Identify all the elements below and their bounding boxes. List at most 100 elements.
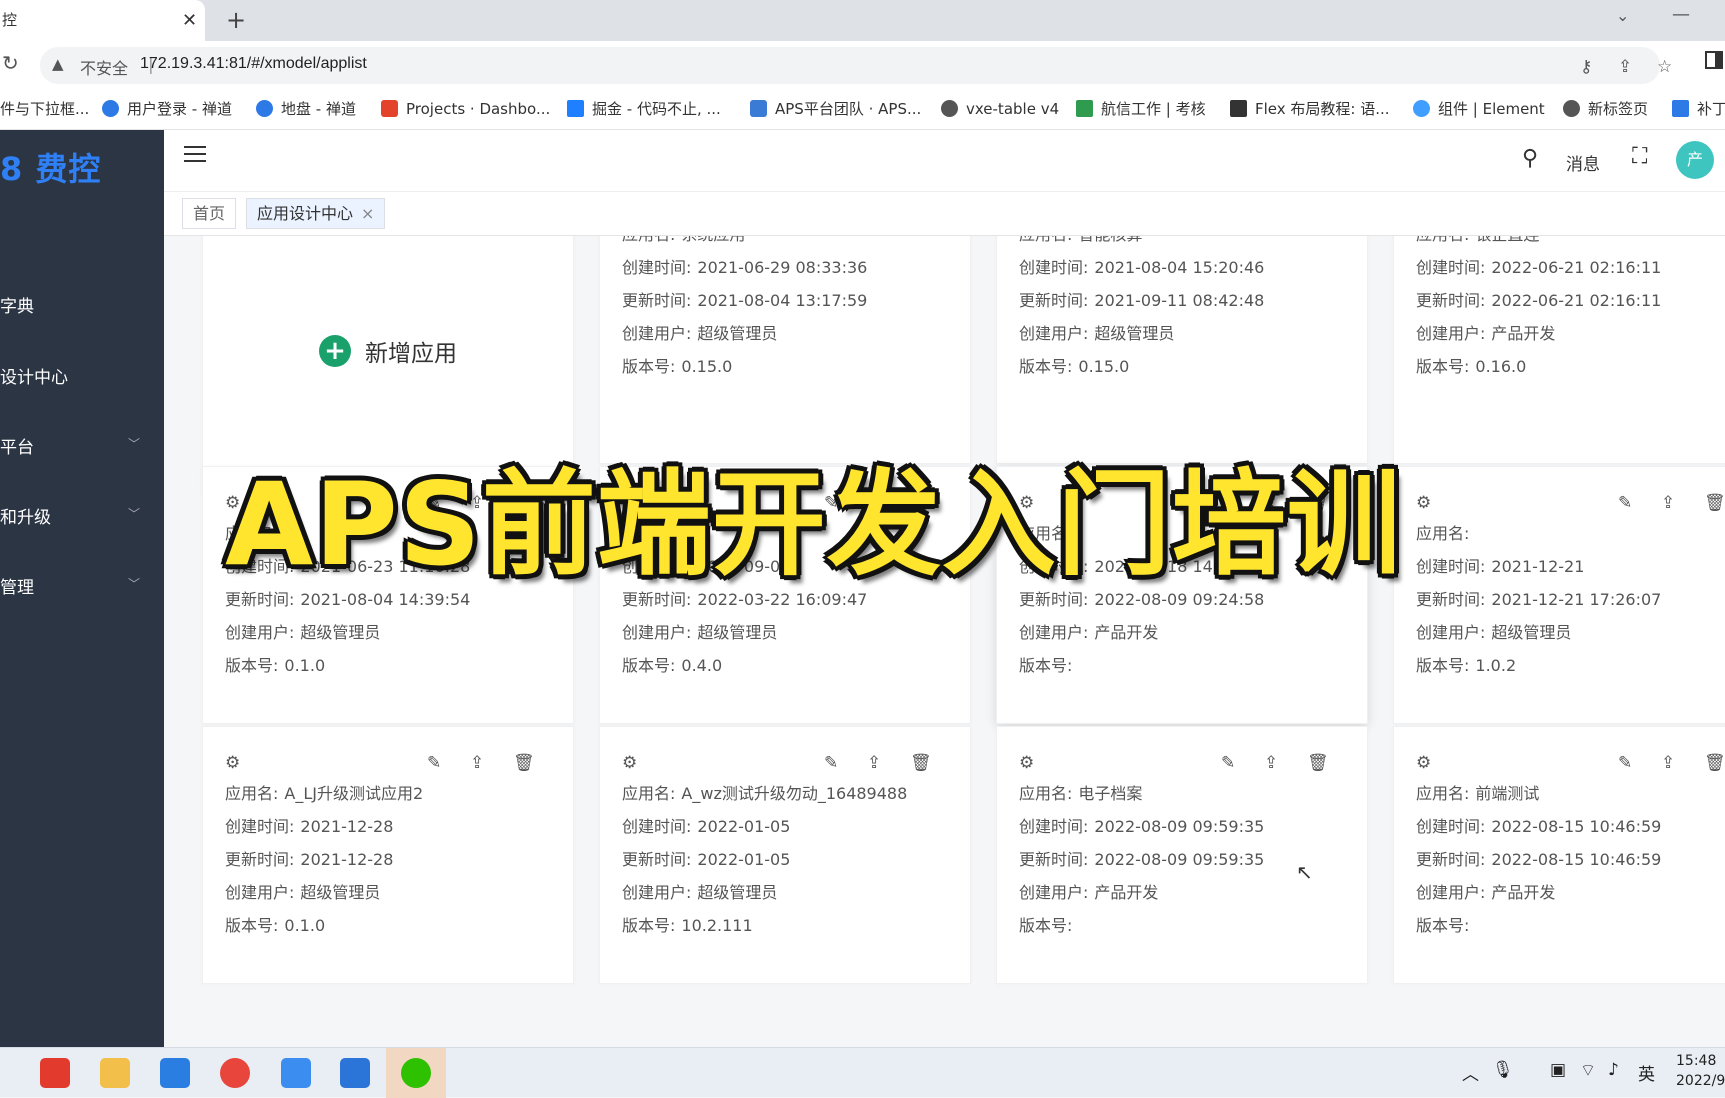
close-icon[interactable]: × xyxy=(361,204,374,223)
delete-icon[interactable]: 🗑 xyxy=(1704,493,1725,513)
edit-icon[interactable]: ✎ xyxy=(1221,753,1235,773)
wifi-icon[interactable]: ⌔ xyxy=(1580,1060,1596,1081)
bookmark-item[interactable]: 地盘 - 禅道 xyxy=(256,90,356,128)
messages-link[interactable]: 消息 xyxy=(1566,150,1600,175)
edit-icon[interactable]: ✎ xyxy=(824,753,838,773)
edit-icon[interactable]: ✎ xyxy=(1618,493,1632,513)
app-card[interactable]: ⚙ ✎ ⇪ 🗑 应用名: A_wz测试升级勿动_16489488 创建时间: 2022-01-… xyxy=(599,726,971,984)
field-value: 超级管理员 xyxy=(300,883,381,902)
reload-icon[interactable]: ↻ xyxy=(2,51,19,75)
delete-icon[interactable]: 🗑 xyxy=(513,753,535,773)
settings-icon[interactable]: ⚙ xyxy=(1416,753,1431,773)
field-label: 创建用户: xyxy=(622,883,692,902)
fullscreen-icon[interactable]: ⛶ xyxy=(1632,144,1647,169)
sidebar-item-dictionary[interactable]: 字典 xyxy=(0,292,140,317)
field-label: 更新时间: xyxy=(1416,291,1486,310)
bookmark-item[interactable]: 组件 | Element xyxy=(1413,90,1545,128)
tag-home[interactable]: 首页 xyxy=(182,198,237,229)
field-label: 版本号: xyxy=(1416,357,1470,376)
settings-icon[interactable]: ⚙ xyxy=(1416,493,1431,513)
app-card[interactable]: ⚙ ✎ ⇪ 🗑 应用名: 前端测试 创建时间: 2022-08-15 10:46:59 更新时间… xyxy=(1393,726,1725,984)
export-icon[interactable]: ⇪ xyxy=(867,753,881,773)
key-icon[interactable]: ⚷ xyxy=(1580,57,1592,77)
bookmark-item[interactable]: Flex 布局教程: 语... xyxy=(1230,90,1390,128)
sidebar-item-design-center[interactable]: 设计中心 xyxy=(0,363,140,388)
avatar[interactable]: 产 xyxy=(1676,141,1714,179)
app-icon[interactable] xyxy=(40,1058,70,1088)
bookmark-item[interactable]: 掘金 - 代码不止, ... xyxy=(567,90,721,128)
field-label: 应用名: xyxy=(1416,524,1470,543)
field-value: 电子档案 xyxy=(1078,784,1143,803)
card-actions: ⚙ ✎ ⇪ 🗑 xyxy=(225,753,551,775)
app-card[interactable]: ⚙✎⇪🗑应用名:系统应用创建时间:2021-06-29 08:33:36更新时间… xyxy=(599,236,971,464)
input-language[interactable]: 英 xyxy=(1638,1060,1655,1085)
bookmark-item[interactable]: 用户登录 - 禅道 xyxy=(102,90,232,128)
card-field-version: 版本号: 0.16.0 xyxy=(1416,353,1526,377)
bookmark-item[interactable]: Projects · Dashbo... xyxy=(381,90,550,128)
edit-icon[interactable]: ✎ xyxy=(427,753,441,773)
export-icon[interactable]: ⇪ xyxy=(1661,493,1675,513)
bookmark-item[interactable]: 补丁 xyxy=(1672,90,1725,128)
field-value: 产品开发 xyxy=(1094,883,1159,902)
folder-icon[interactable] xyxy=(100,1058,130,1088)
export-icon[interactable]: ⇪ xyxy=(1661,753,1675,773)
sidebar-item-management[interactable]: 管理 ﹀ xyxy=(0,573,140,598)
export-icon[interactable]: ⇪ xyxy=(470,753,484,773)
system-clock[interactable]: 15:48 2022/9 xyxy=(1676,1051,1725,1091)
card-field-user: 创建用户: 超级管理员 xyxy=(1019,320,1174,344)
share-icon[interactable]: ⇪ xyxy=(1618,57,1632,77)
close-icon[interactable]: ✕ xyxy=(182,0,197,41)
wechat-icon[interactable] xyxy=(386,1048,446,1098)
field-label: 创建时间: xyxy=(1416,557,1486,576)
bookmarks-bar: 件与下拉框... 用户登录 - 禅道 地盘 - 禅道 Projects · Da… xyxy=(0,90,1725,130)
app-card[interactable]: ⚙ ✎ ⇪ 🗑 应用名: 创建时间: 2021-12-21 更新时间: 2021-12-21 1… xyxy=(1393,466,1725,724)
tag-app-design-center[interactable]: 应用设计中心 × xyxy=(246,198,386,229)
delete-icon[interactable]: 🗑 xyxy=(910,753,932,773)
delete-icon[interactable]: 🗑 xyxy=(1704,753,1725,773)
card-field-created: 创建时间: 2021-08-04 15:20:46 xyxy=(1019,254,1264,278)
menu-toggle-icon[interactable] xyxy=(184,146,206,164)
app-card[interactable]: ⚙✎⇪🗑应用名:智能核算创建时间:2021-08-04 15:20:46更新时间… xyxy=(996,236,1368,464)
card-field-user: 创建用户: 产品开发 xyxy=(1019,619,1158,643)
field-value: 2022-01-05 xyxy=(697,817,791,836)
edit-icon[interactable]: ✎ xyxy=(1618,753,1632,773)
vscode-icon[interactable] xyxy=(160,1058,190,1088)
settings-icon[interactable]: ⚙ xyxy=(622,753,637,773)
bookmark-item[interactable]: 航信工作 | 考核 xyxy=(1076,90,1206,128)
side-panel-icon[interactable] xyxy=(1705,51,1723,69)
browser-tab[interactable]: 控 ✕ xyxy=(0,0,205,41)
microphone-icon[interactable]: 🎙 xyxy=(1492,1060,1514,1080)
chevron-down-icon[interactable]: ⌄ xyxy=(1616,6,1629,25)
field-value: 产品开发 xyxy=(1491,324,1556,343)
export-icon[interactable]: ⇪ xyxy=(1264,753,1278,773)
zentao-icon xyxy=(256,100,273,117)
volume-icon[interactable]: ♪ xyxy=(1608,1060,1619,1080)
chevron-up-icon[interactable]: ︿ xyxy=(1462,1060,1479,1085)
sidebar-item-platform[interactable]: 平台 ﹀ xyxy=(0,433,140,458)
field-label: 创建时间: xyxy=(622,817,692,836)
chrome-icon[interactable] xyxy=(220,1058,250,1088)
sidebar-item-upgrade[interactable]: 和升级 ﹀ xyxy=(0,503,140,528)
minimize-icon[interactable]: — xyxy=(1672,4,1690,25)
search-icon[interactable]: ⚲ xyxy=(1522,146,1538,171)
app-card[interactable]: ⚙ ✎ ⇪ 🗑 应用名: 电子档案 创建时间: 2022-08-09 09:59:35 更新时间… xyxy=(996,726,1368,984)
delete-icon[interactable]: 🗑 xyxy=(1307,753,1329,773)
monitor-icon[interactable]: ▣ xyxy=(1550,1060,1566,1080)
note-icon[interactable] xyxy=(281,1058,311,1088)
url-field[interactable]: ▲ 不安全 | 172.19.3.41:81/#/xmodel/applist … xyxy=(40,47,1672,84)
bookmark-item[interactable]: APS平台团队 · APS... xyxy=(750,90,921,128)
image-icon[interactable] xyxy=(340,1058,370,1088)
bookmark-item[interactable]: 新标签页 xyxy=(1563,90,1648,128)
bookmark-item[interactable]: vxe-table v4 xyxy=(941,90,1059,128)
star-icon[interactable]: ☆ xyxy=(1657,57,1672,77)
field-label: 更新时间: xyxy=(1416,590,1486,609)
settings-icon[interactable]: ⚙ xyxy=(225,753,240,773)
app-card[interactable]: ⚙✎⇪🗑应用名:银企直连创建时间:2022-06-21 02:16:11更新时间… xyxy=(1393,236,1725,464)
app-card[interactable]: ⚙ ✎ ⇪ 🗑 应用名: A_LJ升级测试应用2 创建时间: 2021-12-28 更新时间: 2… xyxy=(202,726,574,984)
field-label: 创建用户: xyxy=(1416,623,1486,642)
settings-icon[interactable]: ⚙ xyxy=(1019,753,1034,773)
card-field-created: 创建时间: 2021-12-28 xyxy=(225,813,393,837)
new-tab-button[interactable]: + xyxy=(226,0,246,41)
card-field-version: 版本号: 0.1.0 xyxy=(225,652,325,676)
bookmark-item[interactable]: 件与下拉框... xyxy=(0,90,89,128)
